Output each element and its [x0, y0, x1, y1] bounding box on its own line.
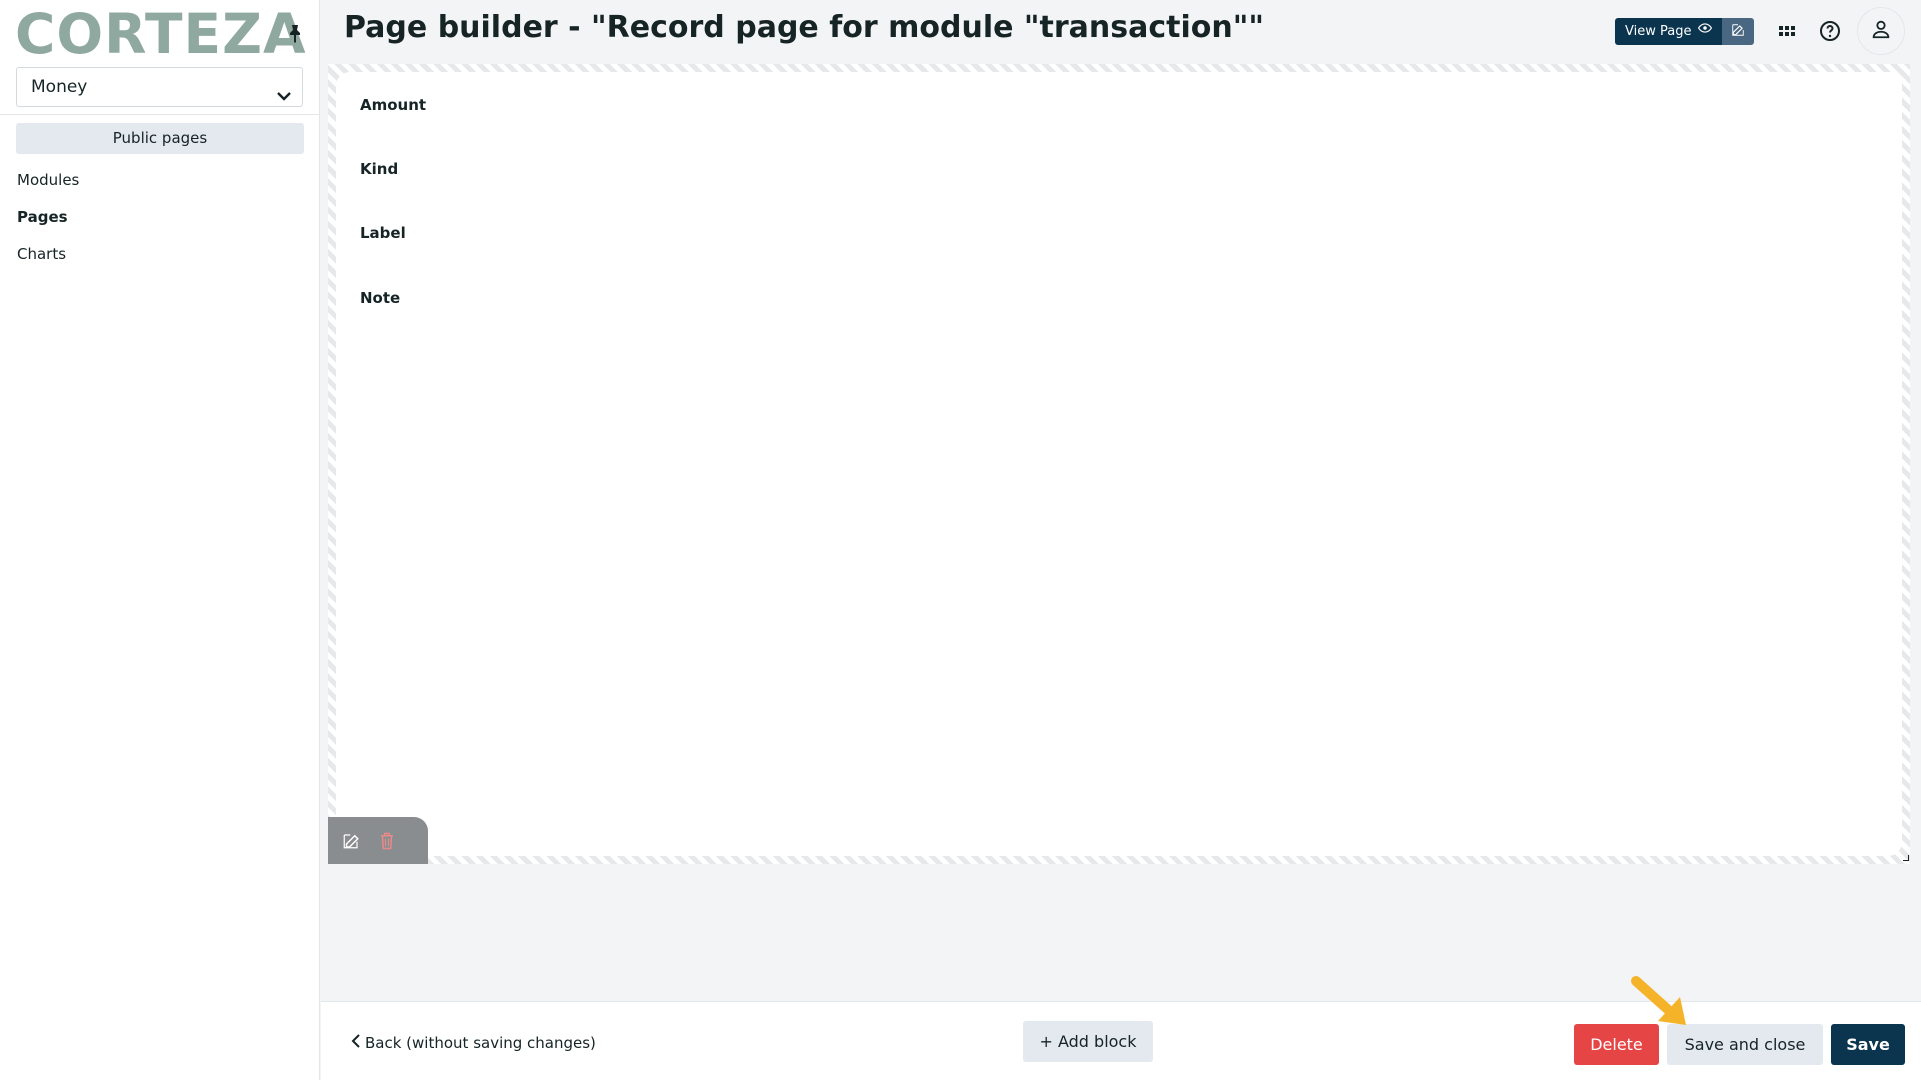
field-kind[interactable]: Kind — [360, 160, 398, 178]
sidebar-item-pages[interactable]: Pages — [17, 208, 68, 226]
page-canvas: Amount Kind Label Note — [328, 64, 1910, 864]
view-page-label: View Page — [1625, 24, 1692, 39]
chevron-down-icon — [276, 80, 292, 101]
corteza-logo: CORTEZA — [15, 2, 307, 66]
chevron-left-icon — [351, 1034, 361, 1052]
save-button[interactable]: Save — [1831, 1024, 1905, 1065]
pin-icon[interactable] — [283, 22, 307, 46]
namespace-select-value: Money — [31, 77, 88, 97]
help-icon[interactable] — [1818, 19, 1842, 43]
save-and-close-button[interactable]: Save and close — [1667, 1024, 1823, 1065]
delete-button[interactable]: Delete — [1574, 1024, 1659, 1065]
sidebar: CORTEZA Money Public pages Modules Pages… — [0, 0, 320, 1080]
logo-row: CORTEZA — [15, 2, 307, 66]
field-label[interactable]: Label — [360, 224, 406, 242]
namespace-select[interactable]: Money — [16, 67, 303, 107]
sidebar-item-modules[interactable]: Modules — [17, 171, 79, 189]
block-toolbar — [328, 817, 428, 864]
add-block-button[interactable]: + Add block — [1023, 1021, 1153, 1062]
sidebar-divider — [0, 114, 320, 115]
resize-handle[interactable] — [1903, 855, 1909, 861]
user-icon — [1870, 18, 1892, 44]
view-page-button[interactable]: View Page — [1615, 18, 1723, 45]
field-amount[interactable]: Amount — [360, 96, 426, 114]
record-block[interactable]: Amount Kind Label Note — [336, 72, 1902, 856]
edit-icon — [1731, 22, 1745, 41]
page-title: Page builder - "Record page for module "… — [344, 10, 1264, 45]
back-link[interactable]: Back (without saving changes) — [351, 1034, 596, 1052]
trash-icon[interactable] — [376, 830, 398, 852]
eye-icon — [1698, 18, 1713, 45]
user-menu-button[interactable] — [1857, 7, 1905, 55]
field-note[interactable]: Note — [360, 289, 400, 307]
sidebar-item-charts[interactable]: Charts — [17, 245, 66, 263]
apps-grid-icon[interactable] — [1775, 19, 1799, 43]
edit-icon[interactable] — [340, 830, 362, 852]
edit-page-button[interactable] — [1722, 18, 1755, 45]
back-link-label: Back (without saving changes) — [365, 1034, 596, 1052]
view-page-group: View Page — [1615, 18, 1755, 45]
footer-bar: Back (without saving changes) + Add bloc… — [321, 1001, 1921, 1080]
public-pages-button[interactable]: Public pages — [16, 123, 304, 154]
